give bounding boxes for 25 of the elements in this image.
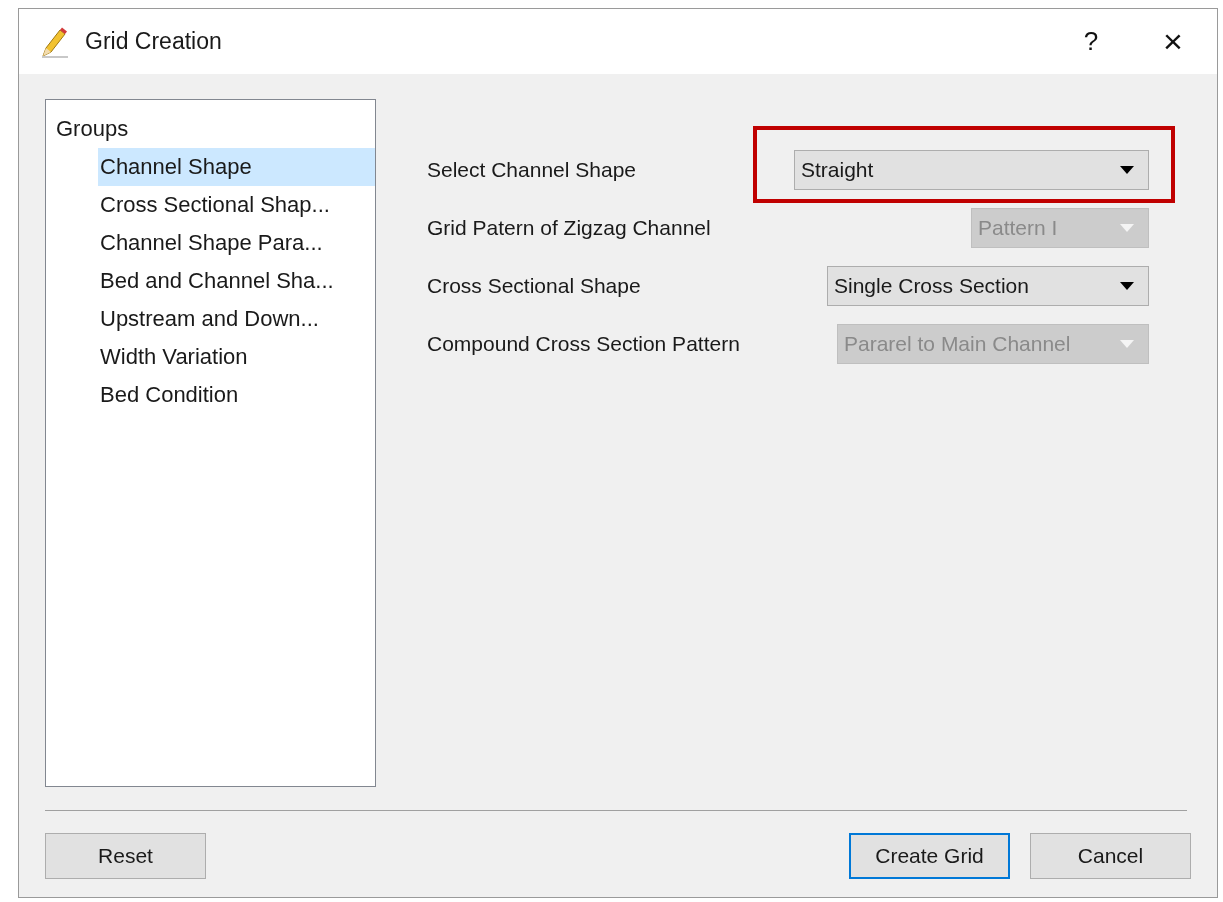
field-label: Grid Patern of Zigzag Channel [427,216,711,240]
close-button[interactable]: × [1143,16,1203,67]
tree-item[interactable]: Bed and Channel Sha... [98,262,375,300]
caret-icon [1120,224,1134,232]
tree-item[interactable]: Groups [56,114,129,148]
field-label: Cross Sectional Shape [427,274,641,298]
window-title: Grid Creation [85,28,222,55]
tree-item[interactable]: Channel Shape [98,148,375,186]
tree-item[interactable]: Cross Sectional Shap... [98,186,375,224]
caret-icon [1120,282,1134,290]
caret-icon [1120,340,1134,348]
dialog-button[interactable]: Cancel [1030,833,1191,879]
field-label: Select Channel Shape [427,158,636,182]
caret-icon [1120,166,1134,174]
tree-item[interactable]: Channel Shape Para... [98,224,375,262]
dialog-button[interactable]: Create Grid [849,833,1010,879]
tree-item[interactable]: Width Variation [98,338,375,376]
help-button[interactable]: ? [1061,16,1121,67]
dropdown[interactable]: Straight [794,150,1149,190]
dropdown[interactable]: Single Cross Section [827,266,1149,306]
field-label: Compound Cross Section Pattern [427,332,740,356]
tree-item[interactable]: Upstream and Down... [98,300,375,338]
tree-item[interactable]: Bed Condition [98,376,375,414]
pencil-icon [41,25,69,58]
reset-button[interactable]: Reset [45,833,206,879]
